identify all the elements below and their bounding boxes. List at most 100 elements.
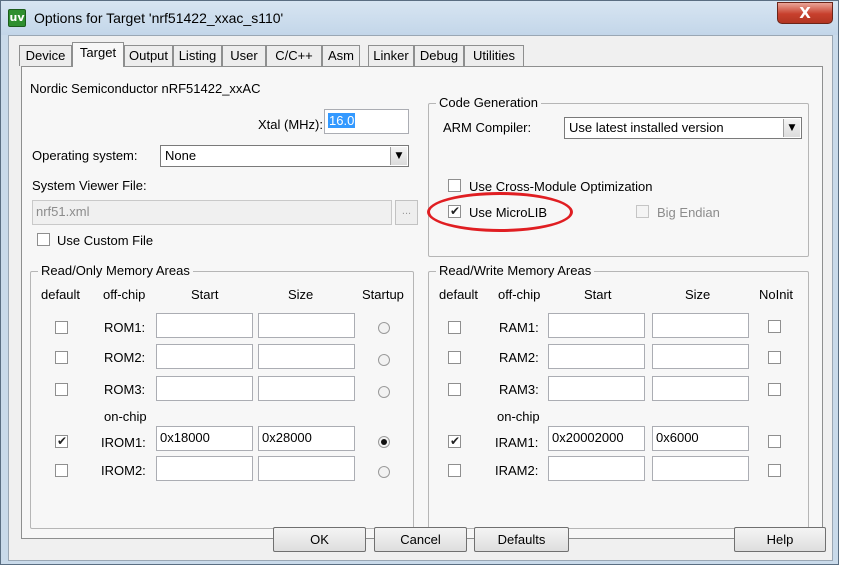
target-tab-panel: Nordic Semiconductor nRF51422_xxAC Xtal … xyxy=(21,66,823,539)
iram2-start-input[interactable] xyxy=(548,456,645,481)
cancel-button[interactable]: Cancel xyxy=(374,527,467,552)
rom1-label: ROM1: xyxy=(104,320,146,335)
ram3-size-input[interactable] xyxy=(652,376,749,401)
iram2-label: IRAM2: xyxy=(495,463,539,478)
os-select[interactable]: None ▼ xyxy=(160,145,409,167)
rom3-size-input[interactable] xyxy=(258,376,355,401)
rom3-start-input[interactable] xyxy=(156,376,253,401)
readwrite-memory-title: Read/Write Memory Areas xyxy=(436,263,595,278)
checkmark-icon: ✔ xyxy=(449,434,461,448)
tab-cpp[interactable]: C/C++ xyxy=(266,45,322,66)
ram3-noinit-checkbox[interactable] xyxy=(768,383,781,396)
chevron-down-icon[interactable]: ▼ xyxy=(783,119,800,137)
rom2-default-checkbox[interactable] xyxy=(55,351,68,364)
irom2-startup-radio[interactable] xyxy=(378,466,390,478)
ro-header-size: Size xyxy=(288,287,314,302)
tab-debug[interactable]: Debug xyxy=(414,45,464,66)
irom1-size-input[interactable]: 0x28000 xyxy=(258,426,355,451)
checkmark-icon: ✔ xyxy=(56,434,68,448)
big-endian-checkbox xyxy=(636,205,649,218)
rw-onchip-label: on-chip xyxy=(497,409,540,424)
code-generation-title: Code Generation xyxy=(436,95,542,110)
readonly-memory-title: Read/Only Memory Areas xyxy=(38,263,193,278)
tab-target[interactable]: Target xyxy=(72,42,124,67)
rw-header-offchip: off-chip xyxy=(498,287,541,302)
xtal-value: 16.0 xyxy=(328,113,356,128)
defaults-button[interactable]: Defaults xyxy=(474,527,569,552)
rom1-startup-radio[interactable] xyxy=(378,322,390,334)
tab-user[interactable]: User xyxy=(222,45,266,66)
iram2-default-checkbox[interactable] xyxy=(448,464,461,477)
rom3-startup-radio[interactable] xyxy=(378,386,390,398)
irom2-size-input[interactable] xyxy=(258,456,355,481)
uvision-app-icon: uv xyxy=(8,9,26,27)
rom3-default-checkbox[interactable] xyxy=(55,383,68,396)
ram2-size-input[interactable] xyxy=(652,344,749,369)
irom1-default-checkbox[interactable]: ✔ xyxy=(55,434,68,448)
options-dialog: uv Options for Target 'nrf51422_xxac_s11… xyxy=(0,0,839,565)
iram1-size-input[interactable]: 0x6000 xyxy=(652,426,749,451)
rom1-start-input[interactable] xyxy=(156,313,253,338)
close-button[interactable]: X xyxy=(777,2,833,24)
chevron-down-icon[interactable]: ▼ xyxy=(390,147,407,165)
device-name: Nordic Semiconductor nRF51422_xxAC xyxy=(30,81,261,96)
ram3-default-checkbox[interactable] xyxy=(448,383,461,396)
cross-module-checkbox[interactable] xyxy=(448,179,461,192)
rom1-default-checkbox[interactable] xyxy=(55,321,68,334)
irom2-label: IROM2: xyxy=(101,463,146,478)
rom2-size-input[interactable] xyxy=(258,344,355,369)
use-custom-file-checkbox[interactable] xyxy=(37,233,50,246)
ram1-start-input[interactable] xyxy=(548,313,645,338)
rom1-size-input[interactable] xyxy=(258,313,355,338)
ram3-start-input[interactable] xyxy=(548,376,645,401)
irom1-label: IROM1: xyxy=(101,435,146,450)
ro-onchip-label: on-chip xyxy=(104,409,147,424)
ro-header-default: default xyxy=(41,287,81,302)
rw-header-size: Size xyxy=(685,287,711,302)
ram2-label: RAM2: xyxy=(499,350,539,365)
tab-output[interactable]: Output xyxy=(124,45,173,66)
ram1-size-input[interactable] xyxy=(652,313,749,338)
ram2-start-input[interactable] xyxy=(548,344,645,369)
os-value: None xyxy=(165,148,197,163)
window-title: Options for Target 'nrf51422_xxac_s110' xyxy=(34,10,284,26)
iram1-default-checkbox[interactable]: ✔ xyxy=(448,434,461,448)
iram1-noinit-checkbox[interactable] xyxy=(768,435,781,448)
iram1-label: IRAM1: xyxy=(495,435,539,450)
ram1-label: RAM1: xyxy=(499,320,539,335)
svd-label: System Viewer File: xyxy=(32,178,147,193)
big-endian-label: Big Endian xyxy=(657,205,720,220)
readonly-memory-group: Read/Only Memory Areas default off-chip … xyxy=(30,263,414,529)
irom1-startup-radio[interactable] xyxy=(378,436,390,448)
ok-button[interactable]: OK xyxy=(273,527,366,552)
arm-compiler-label: ARM Compiler: xyxy=(443,120,532,135)
tab-utilities[interactable]: Utilities xyxy=(464,45,524,66)
iram2-noinit-checkbox[interactable] xyxy=(768,464,781,477)
ram1-default-checkbox[interactable] xyxy=(448,321,461,334)
iram2-size-input[interactable] xyxy=(652,456,749,481)
tab-listing[interactable]: Listing xyxy=(173,45,222,66)
title-bar[interactable]: uv Options for Target 'nrf51422_xxac_s11… xyxy=(1,1,838,35)
use-custom-file-label: Use Custom File xyxy=(57,233,154,248)
ram3-label: RAM3: xyxy=(499,382,539,397)
help-button[interactable]: Help xyxy=(734,527,826,552)
tab-linker[interactable]: Linker xyxy=(368,45,414,66)
rw-header-noinit: NoInit xyxy=(759,287,793,302)
iram1-start-input[interactable]: 0x20002000 xyxy=(548,426,645,451)
svd-browse-button: ... xyxy=(395,200,418,225)
arm-compiler-select[interactable]: Use latest installed version ▼ xyxy=(564,117,802,139)
xtal-input[interactable]: 16.0 xyxy=(324,109,409,134)
rom3-label: ROM3: xyxy=(104,382,146,397)
tab-device[interactable]: Device xyxy=(19,45,72,66)
ram2-default-checkbox[interactable] xyxy=(448,351,461,364)
tab-asm[interactable]: Asm xyxy=(322,45,360,66)
irom2-start-input[interactable] xyxy=(156,456,253,481)
irom1-start-input[interactable]: 0x18000 xyxy=(156,426,253,451)
ram1-noinit-checkbox[interactable] xyxy=(768,320,781,333)
annotation-ellipse xyxy=(427,192,573,232)
rom2-start-input[interactable] xyxy=(156,344,253,369)
readwrite-memory-group: Read/Write Memory Areas default off-chip… xyxy=(428,263,809,529)
rom2-startup-radio[interactable] xyxy=(378,354,390,366)
ram2-noinit-checkbox[interactable] xyxy=(768,351,781,364)
irom2-default-checkbox[interactable] xyxy=(55,464,68,477)
